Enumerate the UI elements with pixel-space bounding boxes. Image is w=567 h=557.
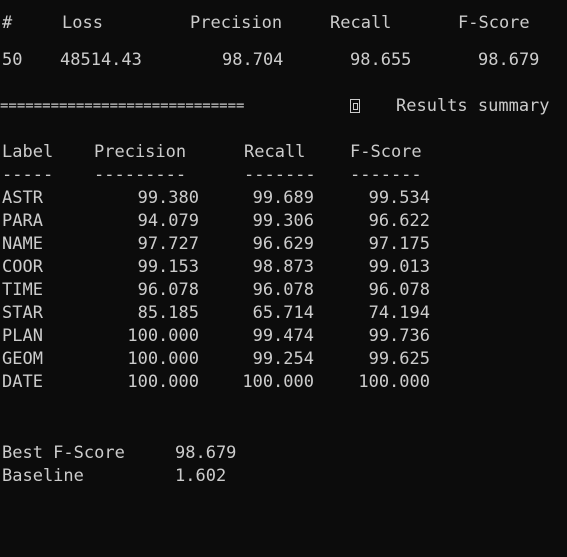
results-summary-divider: ============================= Results su… xyxy=(0,95,567,118)
best-fscore-label: Best F-Score xyxy=(2,443,125,463)
row-label: NAME xyxy=(2,234,43,254)
row-label: DATE xyxy=(2,372,43,392)
precision-column-header: Precision xyxy=(94,142,187,162)
row-label: PLAN xyxy=(2,326,43,346)
row-fscore: 74.194 xyxy=(368,303,430,323)
label-underline: ----- xyxy=(2,165,54,185)
table-row: NAME 97.727 96.629 97.175 xyxy=(0,233,567,256)
table-row: GEOM 100.000 99.254 99.625 xyxy=(0,348,567,371)
training-values-row: 50 48514.43 98.704 98.655 98.679 xyxy=(0,49,567,72)
row-recall: 100.000 xyxy=(242,372,314,392)
table-row: TIME 96.078 96.078 96.078 xyxy=(0,279,567,302)
row-recall: 65.714 xyxy=(252,303,314,323)
row-recall: 99.474 xyxy=(252,326,314,346)
row-precision: 85.185 xyxy=(137,303,199,323)
recall-value: 98.655 xyxy=(350,50,412,70)
row-label: GEOM xyxy=(2,349,43,369)
table-row: STAR 85.185 65.714 74.194 xyxy=(0,302,567,325)
row-recall: 96.629 xyxy=(252,234,314,254)
row-label: COOR xyxy=(2,257,43,277)
row-fscore: 97.175 xyxy=(368,234,430,254)
table-row: DATE 100.000 100.000 100.000 xyxy=(0,371,567,394)
recall-column-header: Recall xyxy=(244,142,306,162)
row-precision: 94.079 xyxy=(137,211,199,231)
best-fscore-row: Best F-Score 98.679 xyxy=(0,442,567,465)
epoch-value: 50 xyxy=(2,50,23,70)
fscore-underline: ------- xyxy=(350,165,422,185)
label-column-header: Label xyxy=(2,142,54,162)
row-recall: 99.254 xyxy=(252,349,314,369)
row-label: PARA xyxy=(2,211,43,231)
recall-header: Recall xyxy=(330,13,392,33)
row-fscore: 99.013 xyxy=(368,257,430,277)
row-fscore: 96.078 xyxy=(368,280,430,300)
row-label: TIME xyxy=(2,280,43,300)
row-label: ASTR xyxy=(2,188,43,208)
table-row: COOR 99.153 98.873 99.013 xyxy=(0,256,567,279)
epoch-header: # xyxy=(2,13,13,33)
results-table-header: Label Precision Recall F-Score xyxy=(0,141,567,164)
row-fscore: 100.000 xyxy=(358,372,430,392)
best-fscore-value: 98.679 xyxy=(175,443,237,463)
row-label: STAR xyxy=(2,303,43,323)
row-recall: 96.078 xyxy=(252,280,314,300)
row-fscore: 99.534 xyxy=(368,188,430,208)
baseline-label: Baseline xyxy=(2,466,84,486)
results-table-underline: ----- --------- ------- ------- xyxy=(0,164,567,187)
fscore-column-header: F-Score xyxy=(350,142,422,162)
recall-underline: ------- xyxy=(244,165,316,185)
loss-value: 48514.43 xyxy=(60,50,142,70)
row-recall: 98.873 xyxy=(252,257,314,277)
summary-icon xyxy=(350,99,360,113)
loss-header: Loss xyxy=(62,13,103,33)
table-row: ASTR 99.380 99.689 99.534 xyxy=(0,187,567,210)
results-summary-title: Results summary xyxy=(396,96,550,116)
row-precision: 96.078 xyxy=(137,280,199,300)
precision-header: Precision xyxy=(190,13,283,33)
row-fscore: 96.622 xyxy=(368,211,430,231)
table-row: PARA 94.079 99.306 96.622 xyxy=(0,210,567,233)
precision-value: 98.704 xyxy=(222,50,284,70)
training-header-row: # Loss Precision Recall F-Score xyxy=(0,12,567,35)
precision-underline: --------- xyxy=(94,165,187,185)
row-precision: 100.000 xyxy=(127,372,199,392)
fscore-value: 98.679 xyxy=(478,50,540,70)
baseline-value: 1.602 xyxy=(175,466,227,486)
row-fscore: 99.625 xyxy=(368,349,430,369)
divider-rule: ============================= xyxy=(0,98,245,114)
row-precision: 100.000 xyxy=(127,326,199,346)
row-recall: 99.689 xyxy=(252,188,314,208)
fscore-header: F-Score xyxy=(458,13,530,33)
row-precision: 97.727 xyxy=(137,234,199,254)
terminal-output: # Loss Precision Recall F-Score 50 48514… xyxy=(0,0,567,491)
row-precision: 99.153 xyxy=(137,257,199,277)
row-recall: 99.306 xyxy=(252,211,314,231)
row-precision: 99.380 xyxy=(137,188,199,208)
row-precision: 100.000 xyxy=(127,349,199,369)
baseline-row: Baseline 1.602 xyxy=(0,465,567,488)
row-fscore: 99.736 xyxy=(368,326,430,346)
table-row: PLAN 100.000 99.474 99.736 xyxy=(0,325,567,348)
